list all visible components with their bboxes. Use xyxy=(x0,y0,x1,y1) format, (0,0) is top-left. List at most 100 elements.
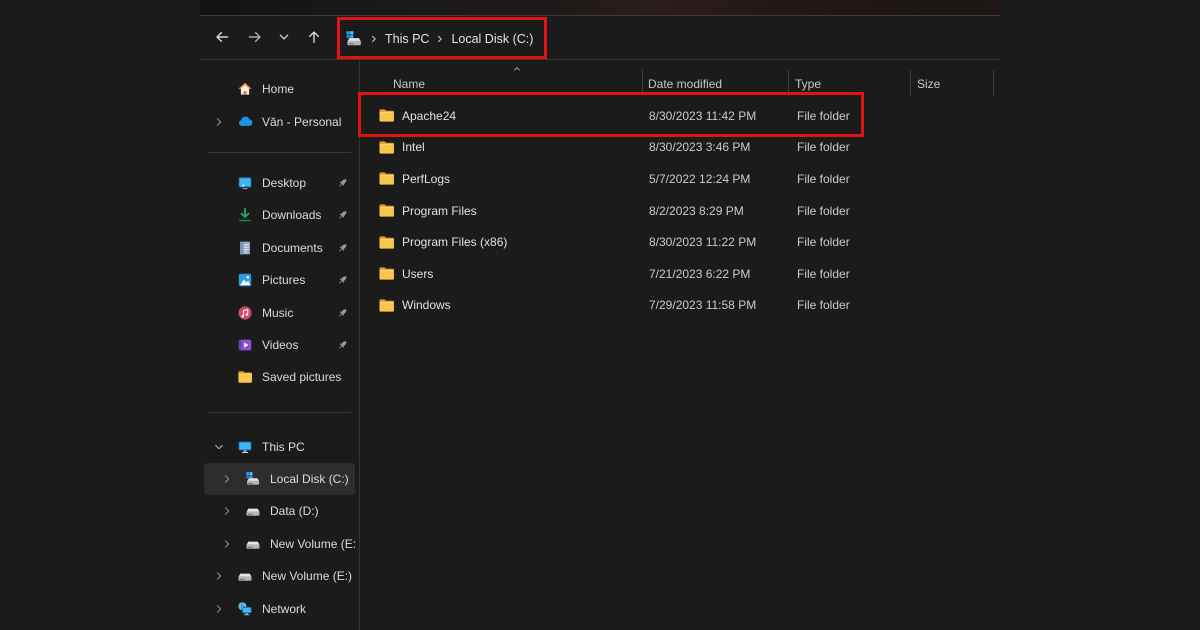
column-header-size[interactable]: Size xyxy=(910,77,995,91)
file-row-perflogs[interactable]: PerfLogs 5/7/2022 12:24 PMFile folder xyxy=(360,163,1000,195)
sidebar-item-downloads[interactable]: Downloads xyxy=(204,199,355,231)
forward-button[interactable] xyxy=(243,25,267,53)
column-separator[interactable] xyxy=(993,70,994,96)
folder-icon xyxy=(378,234,395,251)
date-modified-cell: 7/29/2023 11:58 PM xyxy=(642,298,789,312)
videos-icon xyxy=(237,337,253,353)
navigation-toolbar: This PC Local Disk (C:) xyxy=(200,17,1000,60)
sidebar-item-v-n-personal[interactable]: Văn - Personal xyxy=(204,105,355,137)
sidebar-item-new-volume-e[interactable]: New Volume (E:) xyxy=(204,528,355,560)
file-row-program-files[interactable]: Program Files8/2/2023 8:29 PMFile folder xyxy=(360,195,1000,227)
desktop-icon xyxy=(237,175,253,191)
sidebar-item-local-disk-c[interactable]: Local Disk (C:) xyxy=(204,463,355,495)
column-header-type[interactable]: Type xyxy=(788,77,910,91)
chevron-down-icon[interactable] xyxy=(212,440,226,454)
file-row-users[interactable]: Users7/21/2023 6:22 PMFile folder xyxy=(360,258,1000,290)
chevron-right-icon[interactable] xyxy=(220,537,234,551)
sidebar-item-home[interactable]: Home xyxy=(204,73,355,105)
file-name-cell: Program Files (x86) xyxy=(360,234,642,251)
sidebar-separator xyxy=(208,412,351,413)
sidebar-item-pictures[interactable]: Pictures xyxy=(204,264,355,296)
date-modified-cell: 5/7/2022 12:24 PM xyxy=(642,172,789,186)
pin-icon xyxy=(336,241,349,254)
this-pc-icon xyxy=(237,439,253,455)
documents-icon xyxy=(237,240,253,256)
drive-icon xyxy=(245,503,261,519)
drive-icon xyxy=(237,568,253,584)
file-row-windows[interactable]: Windows7/29/2023 11:58 PMFile folder xyxy=(360,290,1000,322)
folder-icon xyxy=(378,202,395,219)
file-name-cell: PerfLogs xyxy=(360,170,642,187)
chevron-right-icon[interactable] xyxy=(212,602,226,616)
sidebar-separator xyxy=(208,152,351,153)
recent-locations-button[interactable] xyxy=(272,25,296,53)
chevron-placeholder xyxy=(212,176,226,190)
drive-windows-icon xyxy=(245,471,261,487)
type-cell: File folder xyxy=(789,172,911,186)
chevron-right-icon[interactable] xyxy=(212,115,226,129)
chevron-placeholder xyxy=(212,273,226,287)
nav-buttons xyxy=(208,17,326,60)
chevron-placeholder xyxy=(212,370,226,384)
type-cell: File folder xyxy=(789,109,911,123)
pin-icon xyxy=(336,176,349,189)
sidebar-item-saved-pictures[interactable]: Saved pictures xyxy=(204,361,355,393)
file-name: Program Files xyxy=(402,204,477,218)
sidebar-item-label: Desktop xyxy=(262,176,306,190)
breadcrumb-item-local-disk-c[interactable]: Local Disk (C:) xyxy=(451,32,533,46)
folder-icon xyxy=(378,139,395,156)
type-cell: File folder xyxy=(789,267,911,281)
column-separator[interactable] xyxy=(788,70,789,96)
back-button[interactable] xyxy=(208,25,236,53)
pin-icon xyxy=(336,274,349,287)
sidebar-item-label: New Volume (E:) xyxy=(270,537,355,551)
pin-icon xyxy=(336,338,349,351)
sidebar-item-network[interactable]: Network xyxy=(204,592,355,624)
file-row-intel[interactable]: Intel8/30/2023 3:46 PMFile folder xyxy=(360,132,1000,164)
file-row-apache24[interactable]: Apache248/30/2023 11:42 PMFile folder xyxy=(360,100,1000,132)
downloads-icon xyxy=(237,207,253,223)
home-icon xyxy=(237,81,253,97)
type-cell: File folder xyxy=(789,298,911,312)
chevron-placeholder xyxy=(212,82,226,96)
file-name-cell: Windows xyxy=(360,297,642,314)
sidebar-item-data-d[interactable]: Data (D:) xyxy=(204,495,355,527)
sidebar-item-label: New Volume (E:) xyxy=(262,569,352,583)
sidebar-item-new-volume-e[interactable]: New Volume (E:) xyxy=(204,560,355,592)
sidebar-item-this-pc[interactable]: This PC xyxy=(204,431,355,463)
breadcrumb-item-this-pc[interactable]: This PC xyxy=(385,32,429,46)
sidebar-item-label: Downloads xyxy=(262,208,321,222)
up-button[interactable] xyxy=(302,25,326,53)
sidebar-item-label: Network xyxy=(262,602,306,616)
date-modified-cell: 8/30/2023 11:42 PM xyxy=(642,109,789,123)
window-top-bar xyxy=(200,0,1000,16)
chevron-placeholder xyxy=(212,208,226,222)
sidebar-item-videos[interactable]: Videos xyxy=(204,329,355,361)
chevron-right-icon[interactable] xyxy=(220,504,234,518)
sidebar-item-desktop[interactable]: Desktop xyxy=(204,167,355,199)
column-header-date-modified[interactable]: Date modified xyxy=(642,77,788,91)
network-icon xyxy=(237,601,253,617)
chevron-down-icon xyxy=(276,29,292,48)
sidebar-item-label: Videos xyxy=(262,338,298,352)
column-separator[interactable] xyxy=(910,70,911,96)
file-row-program-files-x86[interactable]: Program Files (x86)8/30/2023 11:22 PMFil… xyxy=(360,226,1000,258)
chevron-placeholder xyxy=(212,306,226,320)
arrow-left-icon xyxy=(214,29,230,48)
column-separator[interactable] xyxy=(642,70,643,96)
file-name-cell: Program Files xyxy=(360,202,642,219)
arrow-up-icon xyxy=(306,29,322,48)
file-name: PerfLogs xyxy=(402,172,450,186)
explorer-body: HomeVăn - Personal Desktop Downloads Docum… xyxy=(200,61,1000,630)
chevron-right-icon[interactable] xyxy=(220,472,234,486)
sort-ascending-icon xyxy=(510,63,524,75)
sidebar-item-music[interactable]: Music xyxy=(204,296,355,328)
file-name-cell: Intel xyxy=(360,139,642,156)
file-name: Users xyxy=(402,267,433,281)
file-rows: Apache248/30/2023 11:42 PMFile folderInt… xyxy=(360,100,1000,321)
column-header-name[interactable]: Name xyxy=(360,77,642,91)
file-name-cell: Users xyxy=(360,265,642,282)
chevron-right-icon[interactable] xyxy=(212,569,226,583)
onedrive-icon xyxy=(237,114,253,130)
sidebar-item-documents[interactable]: Documents xyxy=(204,232,355,264)
